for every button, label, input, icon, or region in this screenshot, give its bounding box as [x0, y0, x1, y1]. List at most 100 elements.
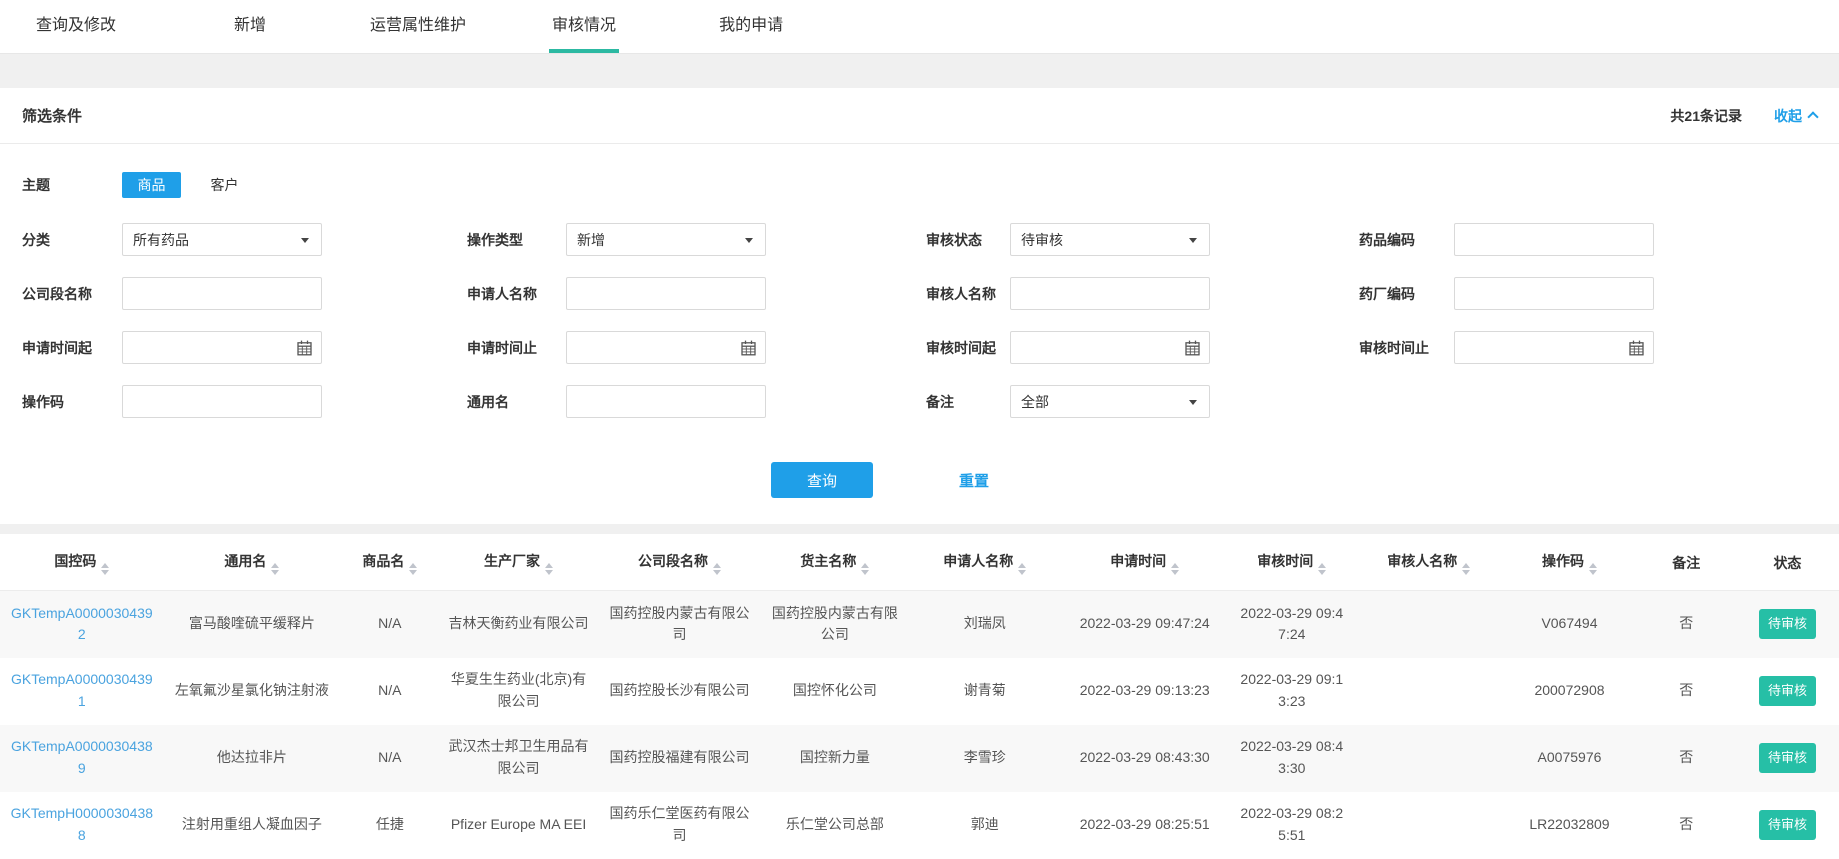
national-code-link[interactable]: GKTempA00000304389 [0, 725, 164, 792]
column-header[interactable]: 生产厂家 [439, 534, 597, 591]
category-select[interactable]: 所有药品 [122, 223, 322, 256]
table-cell [1355, 591, 1502, 658]
column-header-label: 货主名称 [800, 553, 856, 569]
column-header[interactable]: 申请人名称 [908, 534, 1061, 591]
company-segment-name-input[interactable] [122, 277, 322, 310]
review-state-select[interactable]: 待审核 [1010, 223, 1210, 256]
collapse-toggle[interactable]: 收起 [1774, 106, 1817, 126]
table-row: GKTempA00000304389他达拉非片N/A武汉杰士邦卫生用品有限公司国… [0, 725, 1839, 792]
tab-add-new[interactable]: 新增 [234, 0, 266, 53]
tab-query-and-modify[interactable]: 查询及修改 [36, 0, 116, 53]
generic-name-label: 通用名 [467, 392, 566, 412]
column-header-label: 申请人名称 [943, 553, 1013, 569]
category-label: 分类 [22, 230, 122, 250]
sort-icon [861, 563, 869, 575]
filter-slot: 申请时间止 [467, 331, 926, 364]
filter-slot: 药品编码 [1359, 223, 1654, 256]
table-cell: 2022-03-29 09:47:24 [1061, 591, 1228, 658]
company-segment-name-label: 公司段名称 [22, 284, 122, 304]
table-cell: 李雪珍 [908, 725, 1061, 792]
tab-my-applications[interactable]: 我的申请 [719, 0, 783, 53]
operation-type-value: 新增 [567, 230, 605, 250]
column-header-label: 通用名 [224, 553, 266, 569]
category-value: 所有药品 [123, 230, 189, 250]
sort-icon [1462, 563, 1470, 575]
national-code-link[interactable]: GKTempH00000304388 [0, 792, 164, 859]
column-header[interactable]: 审核人名称 [1355, 534, 1502, 591]
dropdown-caret-icon [1189, 400, 1197, 405]
table-cell: A0075976 [1502, 725, 1636, 792]
table-cell: 国控怀化公司 [761, 658, 908, 725]
filter-slot: 审核状态待审核 [926, 223, 1359, 256]
apply-time-from-date-input[interactable] [122, 331, 322, 364]
calendar-icon[interactable] [741, 340, 756, 356]
table-cell: 国控新力量 [761, 725, 908, 792]
calendar-icon[interactable] [297, 340, 312, 356]
apply-time-to-date-input[interactable] [566, 331, 766, 364]
table-cell: 郭迪 [908, 792, 1061, 859]
filter-slot: 申请时间起 [22, 331, 467, 364]
column-header-label: 备注 [1672, 555, 1700, 571]
drug-code-label: 药品编码 [1359, 230, 1454, 250]
table-cell [1355, 792, 1502, 859]
table-cell: 刘瑞凤 [908, 591, 1061, 658]
operation-type-select[interactable]: 新增 [566, 223, 766, 256]
topic-option-product[interactable]: 商品 [122, 172, 181, 198]
filter-row: 分类所有药品操作类型新增审核状态待审核药品编码 [22, 223, 1839, 256]
review-time-from-label: 审核时间起 [926, 338, 1010, 358]
review-time-from-date-input[interactable] [1010, 331, 1210, 364]
table-cell: Pfizer Europe MA EEI [439, 792, 597, 859]
column-header[interactable]: 国控码 [0, 534, 164, 591]
tab-operation-attribute-maintenance[interactable]: 运营属性维护 [370, 0, 466, 53]
column-header[interactable]: 公司段名称 [598, 534, 762, 591]
filter-row: 操作码通用名备注全部 [22, 385, 1839, 418]
status-cell: 待审核 [1736, 658, 1839, 725]
status-cell: 待审核 [1736, 725, 1839, 792]
review-state-value: 待审核 [1011, 230, 1063, 250]
status-cell: 待审核 [1736, 591, 1839, 658]
review-time-to-date-input[interactable] [1454, 331, 1654, 364]
sort-icon [1171, 563, 1179, 575]
remark-value: 全部 [1011, 392, 1049, 412]
topic-label: 主题 [22, 175, 122, 195]
table-cell: 武汉杰士邦卫生用品有限公司 [439, 725, 597, 792]
national-code-link[interactable]: GKTempA00000304392 [0, 591, 164, 658]
topic-row: 主题 商品客户 [22, 172, 1839, 198]
column-header: 备注 [1637, 534, 1736, 591]
remark-select[interactable]: 全部 [1010, 385, 1210, 418]
filter-panel: 筛选条件 共21条记录 收起 主题 商品客户 分类所有药品操作类型新增审核状态待… [0, 88, 1839, 524]
table-cell: 2022-03-29 09:47:24 [1228, 591, 1355, 658]
reset-link[interactable]: 重置 [959, 470, 989, 491]
column-header[interactable]: 审核时间 [1228, 534, 1355, 591]
applicant-name-input[interactable] [566, 277, 766, 310]
topic-toggle-group: 商品客户 [122, 172, 254, 198]
column-header[interactable]: 操作码 [1502, 534, 1636, 591]
calendar-icon[interactable] [1629, 340, 1644, 356]
calendar-icon[interactable] [1185, 340, 1200, 356]
operation-code-input[interactable] [122, 385, 322, 418]
column-header[interactable]: 商品名 [340, 534, 439, 591]
table-cell: N/A [340, 591, 439, 658]
search-button[interactable]: 查询 [771, 462, 873, 498]
tab-review-status[interactable]: 审核情况 [552, 0, 616, 53]
column-header[interactable]: 申请时间 [1061, 534, 1228, 591]
apply-time-to-label: 申请时间止 [467, 338, 566, 358]
topic-option-customer[interactable]: 客户 [195, 172, 254, 198]
factory-code-input[interactable] [1454, 277, 1654, 310]
generic-name-input[interactable] [566, 385, 766, 418]
drug-code-input[interactable] [1454, 223, 1654, 256]
sort-icon [1589, 563, 1597, 575]
results-table-section: 国控码 通用名 商品名 生产厂家 公司段名称 货主名称 申请人名称 申请时间审核时间审核人名称… [0, 534, 1839, 859]
column-header-label: 生产厂家 [484, 553, 540, 569]
table-cell: 任捷 [340, 792, 439, 859]
column-header-label: 状态 [1773, 555, 1801, 571]
column-header[interactable]: 通用名 [164, 534, 341, 591]
factory-code-label: 药厂编码 [1359, 284, 1454, 304]
status-badge: 待审核 [1759, 676, 1816, 706]
top-tab-bar: 查询及修改 新增 运营属性维护 审核情况 我的申请 [0, 0, 1839, 54]
national-code-link[interactable]: GKTempA00000304391 [0, 658, 164, 725]
column-header[interactable]: 货主名称 [761, 534, 908, 591]
table-cell: 否 [1637, 792, 1736, 859]
filter-form: 主题 商品客户 分类所有药品操作类型新增审核状态待审核药品编码公司段名称申请人名… [0, 144, 1839, 524]
reviewer-name-input[interactable] [1010, 277, 1210, 310]
